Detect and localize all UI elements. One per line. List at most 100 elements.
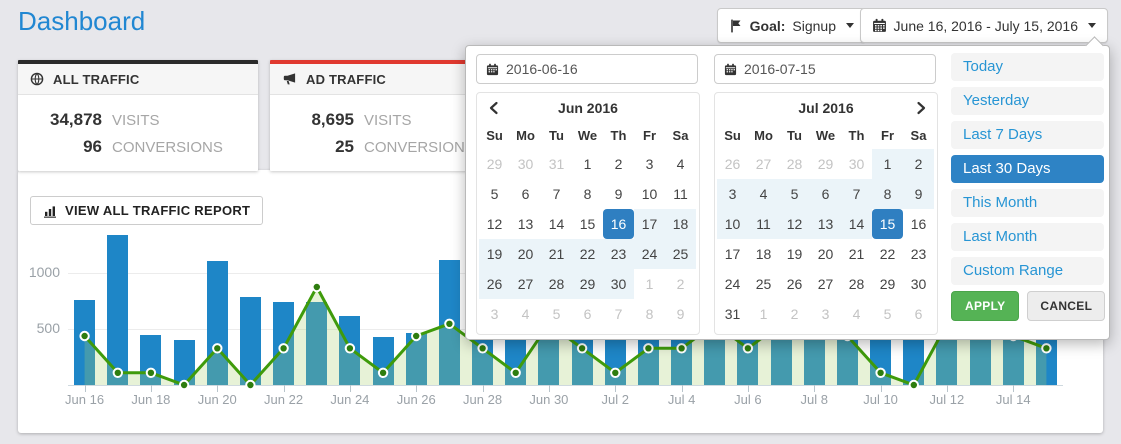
day-cell[interactable]: 29 xyxy=(572,269,603,299)
preset-range-last-30-days[interactable]: Last 30 Days xyxy=(951,155,1104,183)
day-cell[interactable]: 9 xyxy=(903,179,934,209)
day-cell[interactable]: 27 xyxy=(748,149,779,179)
day-cell[interactable]: 5 xyxy=(541,299,572,329)
day-cell[interactable]: 6 xyxy=(510,179,541,209)
day-cell[interactable]: 30 xyxy=(903,269,934,299)
day-cell[interactable]: 26 xyxy=(779,269,810,299)
day-cell[interactable]: 1 xyxy=(872,149,903,179)
day-cell[interactable]: 13 xyxy=(510,209,541,239)
day-cell[interactable]: 2 xyxy=(779,299,810,329)
end-date-input[interactable] xyxy=(744,61,914,77)
day-cell[interactable]: 9 xyxy=(603,179,634,209)
day-cell[interactable]: 1 xyxy=(572,149,603,179)
day-cell[interactable]: 8 xyxy=(634,299,665,329)
day-cell[interactable]: 2 xyxy=(603,149,634,179)
day-cell[interactable]: 3 xyxy=(717,179,748,209)
day-cell[interactable]: 5 xyxy=(479,179,510,209)
day-cell[interactable]: 12 xyxy=(479,209,510,239)
day-cell[interactable]: 4 xyxy=(510,299,541,329)
day-cell[interactable]: 31 xyxy=(541,149,572,179)
day-cell[interactable]: 7 xyxy=(603,299,634,329)
preset-range-this-month[interactable]: This Month xyxy=(951,189,1104,217)
day-cell[interactable]: 28 xyxy=(841,269,872,299)
day-cell-selected[interactable]: 16 xyxy=(603,209,634,239)
date-range-button[interactable]: June 16, 2016 - July 15, 2016 xyxy=(860,8,1108,43)
day-cell[interactable]: 16 xyxy=(903,209,934,239)
day-cell[interactable]: 14 xyxy=(541,209,572,239)
day-cell[interactable]: 6 xyxy=(810,179,841,209)
cancel-button[interactable]: CANCEL xyxy=(1027,291,1105,321)
day-cell[interactable]: 29 xyxy=(479,149,510,179)
day-cell[interactable]: 26 xyxy=(717,149,748,179)
day-cell[interactable]: 28 xyxy=(779,149,810,179)
day-cell[interactable]: 20 xyxy=(810,239,841,269)
day-cell[interactable]: 10 xyxy=(634,179,665,209)
day-cell[interactable]: 27 xyxy=(510,269,541,299)
day-cell[interactable]: 21 xyxy=(541,239,572,269)
day-cell[interactable]: 22 xyxy=(872,239,903,269)
day-cell[interactable]: 19 xyxy=(779,239,810,269)
day-cell[interactable]: 29 xyxy=(810,149,841,179)
day-cell[interactable]: 30 xyxy=(510,149,541,179)
day-cell[interactable]: 3 xyxy=(810,299,841,329)
day-cell[interactable]: 19 xyxy=(479,239,510,269)
day-cell[interactable]: 25 xyxy=(665,239,696,269)
day-cell[interactable]: 18 xyxy=(665,209,696,239)
day-cell[interactable]: 8 xyxy=(872,179,903,209)
start-date-field[interactable] xyxy=(476,54,698,84)
day-cell[interactable]: 13 xyxy=(810,209,841,239)
day-cell[interactable]: 31 xyxy=(717,299,748,329)
preset-range-last-month[interactable]: Last Month xyxy=(951,223,1104,251)
day-cell[interactable]: 30 xyxy=(603,269,634,299)
day-cell[interactable]: 5 xyxy=(779,179,810,209)
day-cell[interactable]: 3 xyxy=(634,149,665,179)
day-cell[interactable]: 7 xyxy=(841,179,872,209)
start-date-input[interactable] xyxy=(506,61,676,77)
day-cell[interactable]: 17 xyxy=(634,209,665,239)
day-cell[interactable]: 24 xyxy=(634,239,665,269)
goal-selector-button[interactable]: Goal: Signup xyxy=(717,8,866,43)
day-cell-selected[interactable]: 15 xyxy=(872,209,903,239)
day-cell[interactable]: 12 xyxy=(779,209,810,239)
day-cell[interactable]: 20 xyxy=(510,239,541,269)
day-cell[interactable]: 4 xyxy=(841,299,872,329)
day-cell[interactable]: 10 xyxy=(717,209,748,239)
day-cell[interactable]: 15 xyxy=(572,209,603,239)
preset-range-custom-range[interactable]: Custom Range xyxy=(951,257,1104,285)
day-cell[interactable]: 1 xyxy=(634,269,665,299)
prev-month-button[interactable] xyxy=(480,93,506,123)
day-cell[interactable]: 23 xyxy=(903,239,934,269)
day-cell[interactable]: 21 xyxy=(841,239,872,269)
day-cell[interactable]: 27 xyxy=(810,269,841,299)
day-cell[interactable]: 1 xyxy=(748,299,779,329)
day-cell[interactable]: 29 xyxy=(872,269,903,299)
day-cell[interactable]: 9 xyxy=(665,299,696,329)
day-cell[interactable]: 28 xyxy=(541,269,572,299)
preset-range-today[interactable]: Today xyxy=(951,53,1104,81)
day-cell[interactable]: 25 xyxy=(748,269,779,299)
day-cell[interactable]: 2 xyxy=(665,269,696,299)
day-cell[interactable]: 17 xyxy=(717,239,748,269)
day-cell[interactable]: 24 xyxy=(717,269,748,299)
day-cell[interactable]: 22 xyxy=(572,239,603,269)
day-cell[interactable]: 7 xyxy=(541,179,572,209)
view-all-traffic-report-button[interactable]: VIEW ALL TRAFFIC REPORT xyxy=(30,196,263,225)
day-cell[interactable]: 3 xyxy=(479,299,510,329)
day-cell[interactable]: 6 xyxy=(572,299,603,329)
next-month-button[interactable] xyxy=(908,93,934,123)
day-cell[interactable]: 30 xyxy=(841,149,872,179)
day-cell[interactable]: 8 xyxy=(572,179,603,209)
day-cell[interactable]: 4 xyxy=(665,149,696,179)
day-cell[interactable]: 6 xyxy=(903,299,934,329)
preset-range-last-7-days[interactable]: Last 7 Days xyxy=(951,121,1104,149)
apply-button[interactable]: APPLY xyxy=(951,291,1019,321)
day-cell[interactable]: 11 xyxy=(665,179,696,209)
day-cell[interactable]: 11 xyxy=(748,209,779,239)
day-cell[interactable]: 4 xyxy=(748,179,779,209)
day-cell[interactable]: 14 xyxy=(841,209,872,239)
day-cell[interactable]: 23 xyxy=(603,239,634,269)
day-cell[interactable]: 2 xyxy=(903,149,934,179)
day-cell[interactable]: 5 xyxy=(872,299,903,329)
preset-range-yesterday[interactable]: Yesterday xyxy=(951,87,1104,115)
day-cell[interactable]: 26 xyxy=(479,269,510,299)
